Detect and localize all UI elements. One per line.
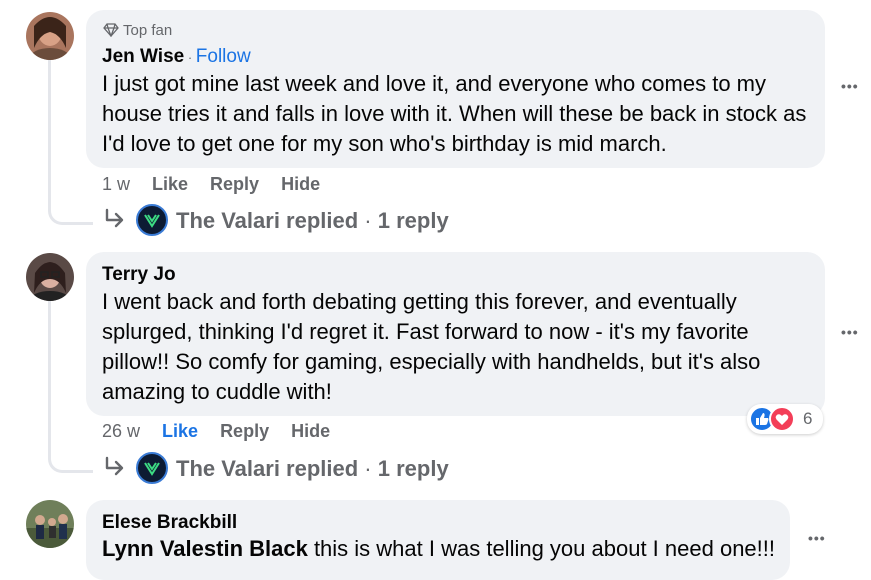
reaction-count: 6	[803, 409, 813, 428]
love-reaction-icon	[769, 406, 795, 432]
follow-button[interactable]: Follow	[196, 46, 251, 67]
reply-arrow-icon	[105, 456, 124, 476]
author-name[interactable]: Jen Wise	[102, 46, 184, 67]
view-replies-link[interactable]: The Valari replied · 1 reply	[176, 456, 449, 482]
reactions-summary[interactable]: 6	[747, 404, 823, 434]
diamond-icon	[103, 23, 119, 38]
valari-logo-icon	[144, 462, 160, 476]
comment-text: I just got mine last week and love it, a…	[102, 71, 807, 156]
comment-actions: 1 w Like Reply Hide	[102, 174, 342, 195]
badge-label: Top fan	[123, 22, 173, 39]
like-button[interactable]: Like	[162, 421, 198, 441]
avatar-elese-brackbill	[26, 500, 74, 548]
avatar[interactable]	[26, 253, 74, 301]
author-name[interactable]: Elese Brackbill	[102, 512, 237, 533]
comment-time[interactable]: 1 w	[102, 174, 130, 194]
follow-separator: ·	[184, 50, 196, 65]
comment-author[interactable]: Elese Brackbill	[102, 512, 237, 534]
author-name[interactable]: Terry Jo	[102, 264, 176, 285]
replied-separator: ·	[358, 456, 378, 481]
more-options-button[interactable]: •••	[841, 78, 859, 94]
comment-time[interactable]: 26 w	[102, 421, 140, 441]
comment-text: I went back and forth debating getting t…	[102, 289, 761, 404]
top-fan-badge: Top fan	[103, 22, 172, 39]
comment-author[interactable]: Terry Jo	[102, 264, 176, 286]
hide-button[interactable]: Hide	[291, 421, 330, 441]
hide-button[interactable]: Hide	[281, 174, 320, 194]
valari-avatar[interactable]	[136, 452, 168, 484]
valari-logo-icon	[144, 214, 160, 228]
view-replies-link[interactable]: The Valari replied · 1 reply	[176, 208, 449, 234]
like-button[interactable]: Like	[152, 174, 188, 194]
avatar[interactable]	[26, 500, 74, 548]
avatar-terry-jo	[26, 253, 74, 301]
more-options-button[interactable]: •••	[841, 324, 859, 340]
reply-button[interactable]: Reply	[210, 174, 259, 194]
comment-actions: 26 w Like Reply Hide	[102, 421, 352, 442]
avatar[interactable]	[26, 12, 74, 60]
reply-count[interactable]: 1 reply	[378, 208, 449, 233]
comment-text: Lynn Valestin Black this is what I was t…	[102, 534, 782, 564]
replied-separator: ·	[358, 208, 378, 233]
more-options-button[interactable]: •••	[808, 530, 826, 546]
comment-author[interactable]: Jen Wise · Follow	[102, 46, 251, 68]
avatar-jen-wise	[26, 12, 74, 60]
reply-arrow-icon	[105, 208, 124, 228]
reply-count[interactable]: 1 reply	[378, 456, 449, 481]
comment-body: this is what I was telling you about I n…	[307, 536, 775, 561]
valari-avatar[interactable]	[136, 204, 168, 236]
reply-button[interactable]: Reply	[220, 421, 269, 441]
replied-author[interactable]: The Valari replied	[176, 208, 358, 233]
mentioned-user[interactable]: Lynn Valestin Black	[102, 536, 308, 561]
replied-author[interactable]: The Valari replied	[176, 456, 358, 481]
